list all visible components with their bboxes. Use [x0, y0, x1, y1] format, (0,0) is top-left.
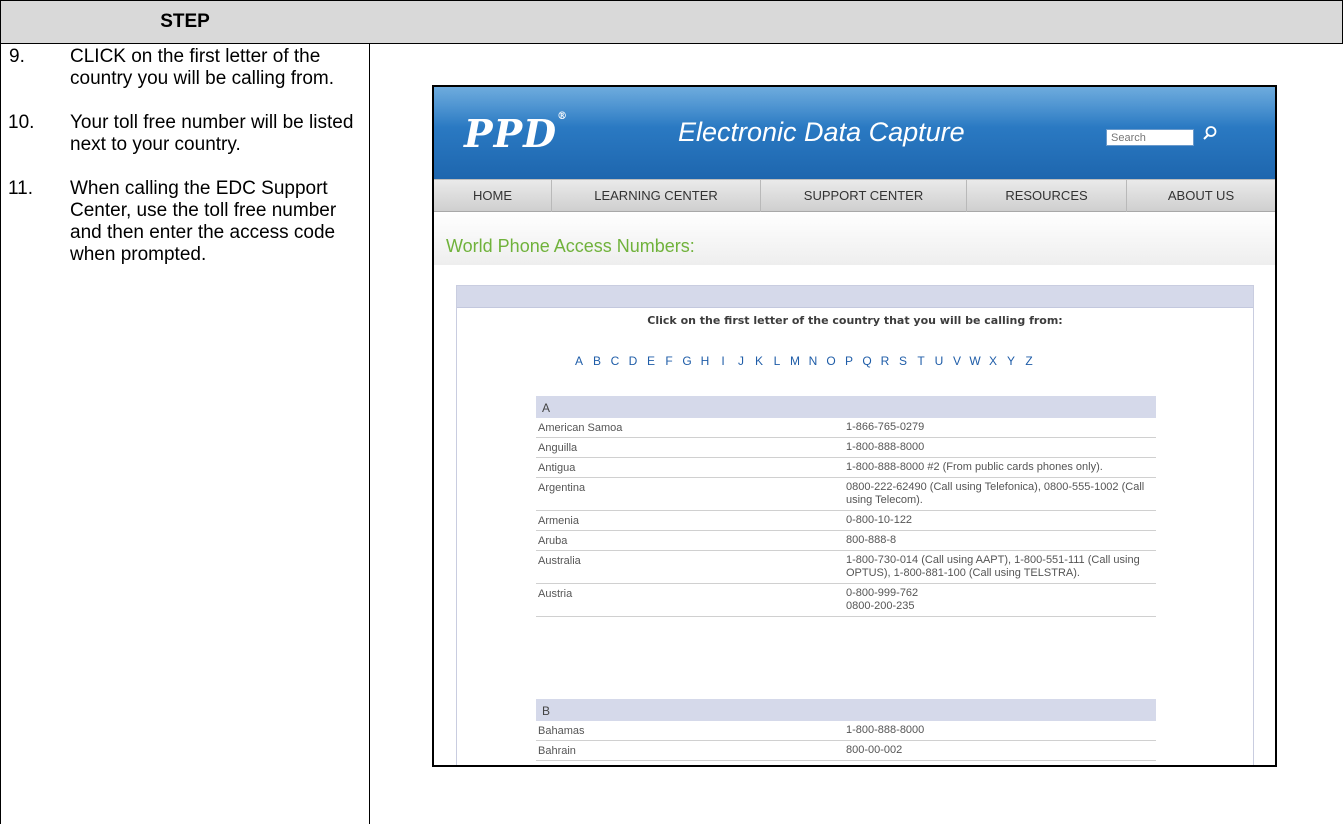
letter-link-r[interactable]: R [876, 354, 894, 368]
nav-support-center[interactable]: SUPPORT CENTER [761, 180, 967, 212]
toll-free-number: 1-800-888-8000 [846, 441, 925, 453]
step-number: 9. [9, 46, 25, 67]
country-name: Austria [538, 588, 573, 600]
letter-link-w[interactable]: W [966, 354, 984, 368]
toll-free-number: 1-800-888-8000 [846, 724, 925, 736]
table-row: Bahrain 800-00-002 [536, 741, 1156, 761]
country-name: Bahrain [538, 745, 576, 757]
country-name: Bahamas [538, 725, 585, 737]
letter-link-l[interactable]: L [768, 354, 786, 368]
letter-link-h[interactable]: H [696, 354, 714, 368]
logo-text: PPD [464, 111, 558, 156]
letter-link-o[interactable]: O [822, 354, 840, 368]
toll-free-number: 0800-222-62490 (Call using Telefonica), … [846, 481, 1145, 506]
toll-free-number: 1-866-765-0279 [846, 421, 925, 433]
step-text: CLICK on the first letter of the country… [70, 46, 334, 89]
table-row: Argentina 0800-222-62490 (Call using Tele… [536, 478, 1156, 511]
country-name: American Samoa [538, 422, 623, 434]
step-11: 11. When calling the EDC Support Center,… [0, 178, 368, 266]
letter-link-e[interactable]: E [642, 354, 660, 368]
table-row: Anguilla 1-800-888-8000 [536, 438, 1156, 458]
letter-link-q[interactable]: Q [858, 354, 876, 368]
letter-link-u[interactable]: U [930, 354, 948, 368]
letter-link-s[interactable]: S [894, 354, 912, 368]
nav-home[interactable]: HOME [434, 180, 552, 212]
instruction-text: Click on the first letter of the country… [647, 314, 1063, 327]
letter-link-v[interactable]: V [948, 354, 966, 368]
letter-link-f[interactable]: F [660, 354, 678, 368]
country-name: Anguilla [538, 442, 578, 454]
table-row: Austria 0-800-999-762 0800-200-235 [536, 584, 1156, 617]
ppd-logo[interactable]: PPD® [464, 111, 568, 156]
table-row: Aruba 800-888-8 [536, 531, 1156, 551]
group-b: B Bahamas 1-800-888-8000 Bahrain 800-00-002 [536, 699, 1156, 761]
letter-link-t[interactable]: T [912, 354, 930, 368]
letter-link-m[interactable]: M [786, 354, 804, 368]
step-list: 9. CLICK on the first letter of the coun… [0, 46, 368, 288]
group-a: A American Samoa 1-866-765-0279 Anguilla 1-… [536, 396, 1156, 617]
app-banner: PPD® Electronic Data Capture Search [434, 87, 1275, 179]
toll-free-number: 1-800-730-014 (Call using AAPT), 1-800-5… [846, 554, 1140, 579]
table-row: Armenia 0-800-10-122 [536, 511, 1156, 531]
table-row: Bahamas 1-800-888-8000 [536, 721, 1156, 741]
toll-free-number: 800-00-002 [846, 744, 903, 756]
nav-about-us[interactable]: ABOUT US [1127, 180, 1275, 212]
step-10: 10. Your toll free number will be listed… [0, 112, 368, 156]
app-title: Electronic Data Capture [678, 117, 965, 147]
table-row: Australia 1-800-730-014 (Call using AAPT)… [536, 551, 1156, 584]
country-name: Argentina [538, 482, 586, 494]
letter-link-g[interactable]: G [678, 354, 696, 368]
letter-link-c[interactable]: C [606, 354, 624, 368]
country-name: Aruba [538, 535, 568, 547]
letter-index: ABCDEFGHIJKLMNOPQRSTUVWXYZ [570, 354, 1038, 368]
magnifier-icon [1203, 126, 1217, 140]
toll-free-number: 1-800-888-8000 #2 (From public cards pho… [846, 461, 1103, 473]
nav-resources[interactable]: RESOURCES [967, 180, 1127, 212]
step-9: 9. CLICK on the first letter of the coun… [0, 46, 368, 90]
letter-link-d[interactable]: D [624, 354, 642, 368]
step-column-header: STEP [0, 0, 370, 44]
nav-learning-center[interactable]: LEARNING CENTER [552, 180, 761, 212]
letter-link-i[interactable]: I [714, 354, 732, 368]
country-name: Antigua [538, 462, 576, 474]
page-title: World Phone Access Numbers: [446, 236, 695, 256]
group-header: B [536, 699, 1156, 721]
screenshot-column-header [369, 0, 1343, 44]
toll-free-number: 800-888-8 [846, 534, 897, 546]
letter-link-z[interactable]: Z [1020, 354, 1038, 368]
logo-registered-mark: ® [557, 111, 569, 122]
toll-free-number: 0-800-999-762 0800-200-235 [846, 587, 919, 612]
main-nav: HOME LEARNING CENTER SUPPORT CENTER RESO… [434, 179, 1275, 212]
table-row: Antigua 1-800-888-8000 #2 (From public ca… [536, 458, 1156, 478]
table-row: American Samoa 1-866-765-0279 [536, 418, 1156, 438]
phone-numbers-panel: Click on the first letter of the country… [456, 285, 1254, 765]
letter-link-n[interactable]: N [804, 354, 822, 368]
country-name: Armenia [538, 515, 579, 527]
step-number: 11. [8, 178, 34, 199]
app-screenshot: PPD® Electronic Data Capture Search HOME… [432, 85, 1277, 767]
letter-link-y[interactable]: Y [1002, 354, 1020, 368]
letter-link-p[interactable]: P [840, 354, 858, 368]
group-header: A [536, 396, 1156, 418]
letter-link-x[interactable]: X [984, 354, 1002, 368]
letter-link-j[interactable]: J [732, 354, 750, 368]
step-text: When calling the EDC Support Center, use… [70, 178, 337, 265]
search-input[interactable]: Search [1106, 129, 1194, 146]
step-text: Your toll free number will be listed nex… [70, 112, 354, 155]
toll-free-number: 0-800-10-122 [846, 514, 913, 526]
search-icon[interactable] [1200, 125, 1220, 147]
step-header-label: STEP [160, 11, 210, 32]
letter-link-b[interactable]: B [588, 354, 606, 368]
step-number: 10. [8, 112, 35, 133]
country-name: Australia [538, 555, 581, 567]
panel-header [457, 286, 1253, 308]
letter-link-a[interactable]: A [570, 354, 588, 368]
letter-link-k[interactable]: K [750, 354, 768, 368]
